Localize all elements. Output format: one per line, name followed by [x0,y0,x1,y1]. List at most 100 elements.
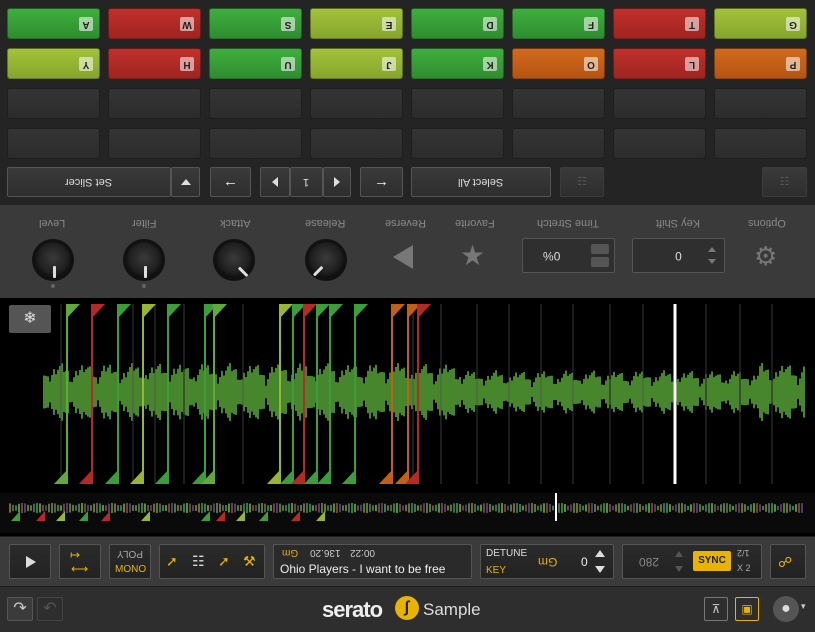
pad-d[interactable]: D [411,8,504,39]
attack-label: Attack [219,217,251,229]
cue-marker-flag [304,304,317,318]
cue-marker-flag [267,470,280,484]
pad-empty[interactable] [714,88,807,119]
pad-empty[interactable] [411,88,504,119]
link-button[interactable]: ☍ [770,544,806,579]
pad-k[interactable]: K [411,48,504,79]
track-length: 00:22 [350,547,376,558]
pad-empty[interactable] [7,128,100,159]
sample-mode-button[interactable]: ▣ [735,597,759,621]
expand-button[interactable]: ⊼ [704,597,728,621]
star-icon[interactable]: ★ [460,242,485,270]
footer-bar: ↷ ↶ serato ∫ Sample ⊼ ▣ ● ▾ [0,586,815,632]
sync-button[interactable]: SYNC [693,551,731,571]
pad-empty[interactable] [613,128,706,159]
undo-button[interactable]: ↷ [7,597,33,621]
pad-key-label: T [685,17,699,31]
stretch-up-button[interactable] [591,244,609,254]
key-down-icon[interactable] [708,259,716,264]
wand-icon[interactable]: ➚ [166,553,178,570]
overview-waveform[interactable] [0,493,815,533]
cue-marker-flag [418,304,431,318]
cue-marker-flag [280,304,293,318]
next-button[interactable]: → [360,167,403,197]
key-value: Gm [538,555,558,569]
bank-next-button[interactable] [323,167,351,197]
tempo-down-icon[interactable] [675,566,683,572]
tempo-panel: 280 SYNC 1/2 X 2 [622,544,762,579]
pin-icon[interactable]: ➚ [218,553,230,570]
pad-empty[interactable] [108,128,201,159]
pad-empty[interactable] [512,88,605,119]
pad-key-label: H [180,57,194,71]
time-stretch-label: Time Stretch [537,217,599,229]
track-key: Gm [282,547,299,558]
bank-prev-button[interactable] [260,167,290,197]
overview-cue [101,511,110,521]
stretch-down-button[interactable] [591,257,609,267]
tools-icon[interactable]: ⚒ [243,553,256,570]
pad-w[interactable]: W [108,8,201,39]
overview-cue [259,511,268,521]
poly-mono-toggle[interactable]: POLY MONO [109,544,151,579]
cue-marker-flag [214,304,227,318]
tempo-up-icon[interactable] [675,551,683,557]
pad-l[interactable]: L [613,48,706,79]
pad-a[interactable]: A [7,8,100,39]
bank-value: 1 [290,167,323,197]
attack-knob[interactable] [213,239,255,281]
keyboard-button[interactable]: ☷ [560,167,604,197]
pad-y[interactable]: Y [7,48,100,79]
pad-key-label: J [382,57,396,71]
dropdown-caret-icon[interactable]: ▾ [801,601,806,612]
select-all-button[interactable]: Select All [411,167,551,197]
previous-button[interactable]: ← [210,167,251,197]
release-knob[interactable] [305,239,347,281]
eq-icon[interactable]: ☷ [192,553,205,570]
cue-marker-flag [355,304,368,318]
piano-icon: ☷ [779,176,790,188]
half-tempo-button[interactable]: 1/2 [737,548,750,558]
release-label: Release [304,217,346,229]
pad-empty[interactable] [7,88,100,119]
detune-down-icon[interactable] [595,566,605,573]
redo-button[interactable]: ↶ [37,597,63,621]
pad-empty[interactable] [310,128,403,159]
pad-empty[interactable] [209,128,302,159]
pad-u[interactable]: U [209,48,302,79]
pad-e[interactable]: E [310,8,403,39]
detune-label: DETUNE [486,548,528,559]
pad-empty[interactable] [209,88,302,119]
play-button[interactable] [9,544,51,579]
pad-empty[interactable] [512,128,605,159]
pad-empty[interactable] [613,88,706,119]
level-knob[interactable] [32,239,74,281]
pad-empty[interactable] [411,128,504,159]
key-shift-field[interactable]: 0 [632,238,725,273]
time-stretch-field[interactable]: 0% [522,238,615,273]
gear-icon[interactable]: ⚙ [754,243,777,269]
pad-j[interactable]: J [310,48,403,79]
pad-t[interactable]: T [613,8,706,39]
pad-s[interactable]: S [209,8,302,39]
account-button[interactable]: ● [773,596,799,622]
pad-o[interactable]: O [512,48,605,79]
time-stretch-value: 0% [543,249,561,263]
pad-g[interactable]: G [714,8,807,39]
pad-empty[interactable] [108,88,201,119]
pad-p[interactable]: P [714,48,807,79]
pad-empty[interactable] [310,88,403,119]
cue-marker-flag [395,470,408,484]
detune-up-icon[interactable] [595,550,605,557]
filter-knob[interactable] [123,239,165,281]
set-slicer-button[interactable]: Set Slicer [7,167,171,197]
double-tempo-button[interactable]: X 2 [737,563,751,573]
pad-h[interactable]: H [108,48,201,79]
pad-empty[interactable] [714,128,807,159]
key-up-icon[interactable] [708,247,716,252]
reverse-icon[interactable] [393,245,413,269]
loop-button[interactable]: ↦ ⟷ [59,544,101,579]
piano-button[interactable]: ☷ [762,167,807,197]
slicer-dropdown-button[interactable] [171,167,200,197]
pad-f[interactable]: F [512,8,605,39]
